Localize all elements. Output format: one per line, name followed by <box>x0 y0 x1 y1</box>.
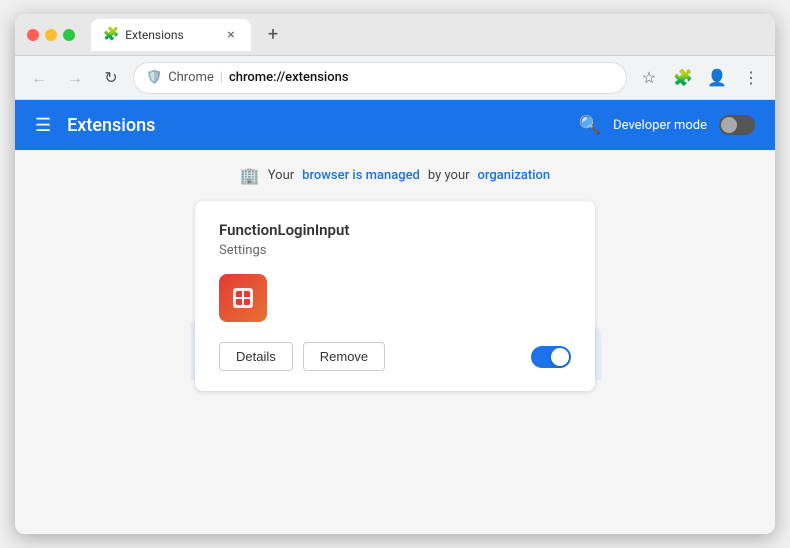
developer-mode-label: Developer mode <box>613 118 707 133</box>
extensions-title: Extensions <box>67 115 579 136</box>
developer-mode-toggle[interactable] <box>719 115 755 135</box>
header-right-controls: 🔍 Developer mode <box>579 115 755 136</box>
extension-card-body <box>219 274 571 322</box>
browser-window: 🧩 Extensions × + ← → ↻ 🛡️ Chrome | chrom… <box>15 14 775 534</box>
managed-banner: 🏢 Your browser is managed by your organi… <box>240 166 550 185</box>
managed-building-icon: 🏢 <box>240 166 260 185</box>
extension-card: FunctionLoginInput Settings Details Remo… <box>195 201 595 391</box>
minimize-window-btn[interactable] <box>45 29 57 41</box>
extensions-content: risk.com 🏢 Your browser is managed by yo… <box>15 150 775 534</box>
security-icon: 🛡️ <box>146 70 162 85</box>
back-button[interactable]: ← <box>25 64 53 92</box>
address-bar: ← → ↻ 🛡️ Chrome | chrome://extensions ☆ … <box>15 56 775 100</box>
extension-name: FunctionLoginInput <box>219 221 571 239</box>
hamburger-menu-icon[interactable]: ☰ <box>35 115 51 136</box>
tab-close-btn[interactable]: × <box>223 27 239 43</box>
address-right-icons: ☆ 🧩 👤 ⋮ <box>635 64 765 92</box>
account-icon[interactable]: 👤 <box>703 64 731 92</box>
active-tab[interactable]: 🧩 Extensions × <box>91 19 251 51</box>
tab-label: Extensions <box>125 28 183 42</box>
managed-text-mid: by your <box>428 168 470 183</box>
managed-highlight-1: browser is managed <box>302 168 420 183</box>
extensions-header: ☰ Extensions 🔍 Developer mode <box>15 100 775 150</box>
traffic-lights <box>27 29 75 41</box>
search-icon[interactable]: 🔍 <box>579 115 601 136</box>
maximize-window-btn[interactable] <box>63 29 75 41</box>
extension-enabled-toggle[interactable] <box>531 346 571 368</box>
url-path: chrome://extensions <box>229 70 349 85</box>
extension-card-actions: Details Remove <box>219 342 571 371</box>
extensions-icon[interactable]: 🧩 <box>669 64 697 92</box>
extension-toggle-knob <box>551 348 569 366</box>
chrome-label: Chrome <box>168 70 214 85</box>
new-tab-button[interactable]: + <box>259 21 287 49</box>
extension-card-header: FunctionLoginInput Settings <box>219 221 571 258</box>
extension-icon <box>219 274 267 322</box>
details-button[interactable]: Details <box>219 342 293 371</box>
url-separator: | <box>220 70 223 85</box>
forward-button[interactable]: → <box>61 64 89 92</box>
title-bar: 🧩 Extensions × + <box>15 14 775 56</box>
toggle-knob <box>721 117 737 133</box>
managed-text-pre: Your <box>268 168 294 183</box>
menu-icon[interactable]: ⋮ <box>737 64 765 92</box>
bookmark-icon[interactable]: ☆ <box>635 64 663 92</box>
managed-highlight-2: organization <box>478 168 551 183</box>
reload-button[interactable]: ↻ <box>97 64 125 92</box>
extension-subtitle: Settings <box>219 243 571 258</box>
extensions-tab-icon: 🧩 <box>103 27 119 42</box>
url-bar[interactable]: 🛡️ Chrome | chrome://extensions <box>133 62 627 94</box>
remove-button[interactable]: Remove <box>303 342 385 371</box>
close-window-btn[interactable] <box>27 29 39 41</box>
